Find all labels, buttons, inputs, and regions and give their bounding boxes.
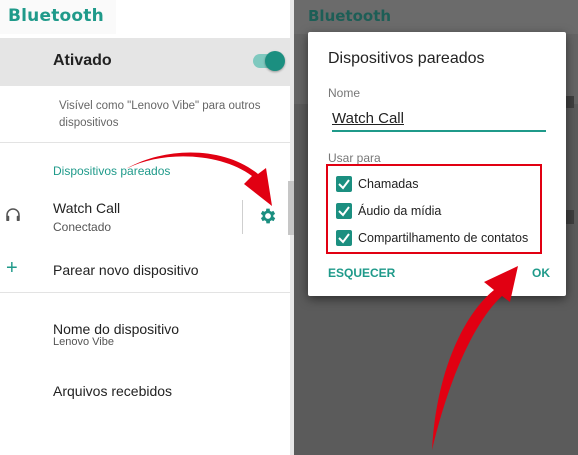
device-name-label: Nome do dispositivo (53, 321, 180, 337)
checkbox-checked[interactable] (336, 176, 352, 192)
app-bar: Bluetooth (0, 0, 290, 34)
checkbox-checked[interactable] (336, 230, 352, 246)
use-for-label: Usar para (328, 151, 381, 165)
paired-devices-header: Dispositivos pareados (53, 164, 171, 178)
toggle-label: Ativado (53, 52, 112, 69)
bluetooth-switch[interactable] (253, 51, 285, 71)
device-status: Conectado (53, 220, 112, 234)
paired-device-row[interactable]: Watch Call Conectado (0, 188, 290, 242)
option-contact-sharing[interactable]: Compartilhamento de contatos (336, 228, 536, 250)
paired-device-dialog: Dispositivos pareados Nome Watch Call Us… (308, 32, 566, 296)
forget-button[interactable]: ESQUECER (328, 266, 395, 280)
app-title: Bluetooth (8, 6, 104, 26)
device-name-value: Lenovo Vibe (53, 336, 114, 348)
pair-new-device-row[interactable]: + Parear novo dispositivo (0, 254, 290, 290)
headphones-icon (6, 208, 20, 221)
received-files-row[interactable]: Arquivos recebidos (0, 376, 290, 406)
plus-icon: + (6, 257, 18, 279)
highlight-box: Chamadas Áudio da mídia Compartilhamento… (326, 164, 542, 254)
paired-device-dialog-screen: Bluetooth Dispositivos pareados Nome Wat… (294, 0, 578, 455)
device-name-input[interactable]: Watch Call (332, 110, 546, 132)
device-name: Watch Call (53, 200, 121, 216)
device-name-row[interactable]: Nome do dispositivo Lenovo Vibe (0, 314, 290, 360)
received-files-label: Arquivos recebidos (53, 383, 173, 399)
name-field-label: Nome (328, 86, 361, 100)
pair-new-label: Parear novo dispositivo (53, 262, 199, 278)
dialog-title: Dispositivos pareados (328, 50, 485, 67)
bluetooth-settings-screen: Bluetooth Ativado Visível como "Lenovo V… (0, 0, 290, 455)
checkbox-checked[interactable] (336, 203, 352, 219)
option-media-audio[interactable]: Áudio da mídia (336, 201, 536, 223)
gear-icon[interactable] (258, 206, 278, 226)
option-calls[interactable]: Chamadas (336, 174, 536, 196)
bluetooth-toggle-row[interactable]: Ativado (0, 38, 290, 86)
visibility-note: Visível como "Lenovo Vibe" para outros d… (59, 100, 261, 129)
app-title-dimmed: Bluetooth (308, 7, 392, 25)
ok-button[interactable]: OK (532, 266, 550, 280)
app-bar-dimmed: Bluetooth (294, 0, 578, 34)
